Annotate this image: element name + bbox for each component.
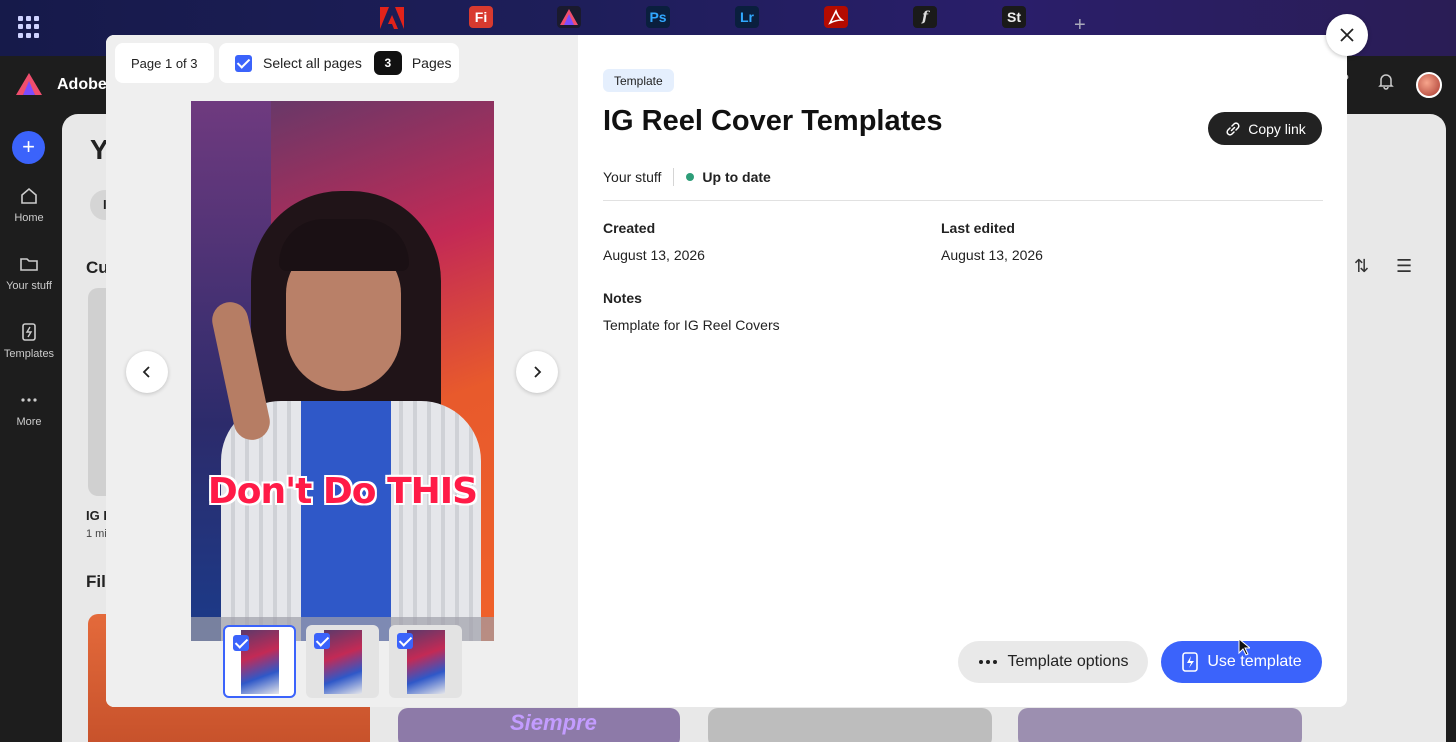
creative-cloud-logo-icon xyxy=(16,73,42,95)
notes-label: Notes xyxy=(603,290,642,306)
page-thumbnails xyxy=(223,625,462,698)
select-all-label: Select all pages xyxy=(263,55,362,71)
express-app-icon[interactable] xyxy=(557,6,581,28)
nav-more[interactable]: More xyxy=(0,390,58,428)
nav-templates[interactable]: Templates xyxy=(0,322,58,360)
file-card[interactable] xyxy=(1018,708,1302,742)
template-bolt-icon xyxy=(1182,652,1199,672)
last-edited-value: August 13, 2026 xyxy=(941,247,1043,263)
photoshop-app-icon[interactable]: Ps xyxy=(646,6,670,28)
more-icon xyxy=(21,398,37,402)
page-checkbox[interactable] xyxy=(233,635,249,651)
card-text: Siempre xyxy=(510,710,597,735)
card-title: IG I xyxy=(86,508,107,523)
page-checkbox[interactable] xyxy=(314,633,330,649)
cover-caption: Don't Do THIS xyxy=(207,471,478,512)
list-view-icon[interactable]: ☰ xyxy=(1396,256,1412,277)
template-title: IG Reel Cover Templates xyxy=(603,105,943,137)
copy-link-button[interactable]: Copy link xyxy=(1208,112,1322,145)
acrobat-app-icon[interactable] xyxy=(824,6,848,28)
file-card[interactable] xyxy=(708,708,992,742)
nav-your-stuff-label: Your stuff xyxy=(6,280,52,292)
sync-status: Up to date xyxy=(702,169,771,185)
close-icon xyxy=(1340,28,1354,42)
page-preview-image: Don't Do THIS xyxy=(191,101,494,641)
chevron-right-icon xyxy=(534,366,542,378)
preview-pane: Page 1 of 3 Select all pages 3 Pages Don… xyxy=(106,35,578,707)
brand-name: Adobe xyxy=(57,76,107,93)
page-thumbnail[interactable] xyxy=(389,625,462,698)
select-all-pages[interactable]: Select all pages 3 Pages xyxy=(219,43,459,83)
templates-icon xyxy=(22,323,36,341)
adobe-logo-icon[interactable] xyxy=(380,7,404,29)
avatar[interactable] xyxy=(1416,72,1442,98)
previous-page-button[interactable] xyxy=(126,351,168,393)
pages-label: Pages xyxy=(411,55,452,71)
page-indicator: Page 1 of 3 xyxy=(115,43,214,83)
add-app-icon[interactable]: + xyxy=(1074,14,1086,37)
stock-app-label: St xyxy=(1007,9,1021,25)
mouse-cursor-icon xyxy=(1238,638,1250,656)
chevron-left-icon xyxy=(142,366,150,378)
type-tag: Template xyxy=(603,69,674,92)
sort-icon[interactable]: ⇅ xyxy=(1354,256,1369,277)
nav-your-stuff[interactable]: Your stuff xyxy=(0,254,58,292)
home-icon xyxy=(21,187,37,204)
use-template-label: Use template xyxy=(1207,653,1302,670)
location-label: Your stuff xyxy=(603,169,662,185)
fresco-app-icon[interactable]: Fi xyxy=(469,6,493,28)
files-heading: Fil xyxy=(86,572,106,591)
page-checkbox[interactable] xyxy=(397,633,413,649)
page-thumbnail[interactable] xyxy=(306,625,379,698)
sync-status-dot xyxy=(686,173,695,181)
next-page-button[interactable] xyxy=(516,351,558,393)
file-card[interactable]: Siempre xyxy=(398,708,680,742)
fonts-app-label: f xyxy=(921,9,929,25)
create-new-button[interactable]: + xyxy=(12,131,45,164)
created-label: Created xyxy=(603,220,656,236)
header-icons: ? xyxy=(1340,72,1395,90)
divider xyxy=(603,200,1323,201)
created-value: August 13, 2026 xyxy=(603,247,705,263)
card-subtitle: 1 mi xyxy=(86,528,107,540)
template-options-label: Template options xyxy=(1007,653,1129,670)
folder-icon xyxy=(20,258,38,271)
lightroom-app-icon[interactable]: Lr xyxy=(735,6,759,28)
fonts-app-icon[interactable]: f xyxy=(913,6,937,28)
stock-app-icon[interactable]: St xyxy=(1002,6,1026,28)
more-horizontal-icon xyxy=(978,660,997,664)
nav-home[interactable]: Home xyxy=(0,186,58,224)
page-thumbnail[interactable] xyxy=(223,625,296,698)
nav-more-label: More xyxy=(16,416,42,428)
fresco-app-label: Fi xyxy=(474,9,488,25)
lightroom-app-label: Lr xyxy=(740,9,754,25)
copy-link-label: Copy link xyxy=(1248,120,1306,137)
photoshop-app-label: Ps xyxy=(649,9,667,25)
nav-templates-label: Templates xyxy=(3,348,55,360)
page-count-badge: 3 xyxy=(373,51,402,75)
details-pane: Template IG Reel Cover Templates Copy li… xyxy=(603,35,1323,707)
template-details-modal: Page 1 of 3 Select all pages 3 Pages Don… xyxy=(106,35,1347,707)
bell-icon[interactable] xyxy=(1377,72,1395,90)
nav-home-label: Home xyxy=(14,212,44,224)
template-options-button[interactable]: Template options xyxy=(958,641,1148,683)
template-meta: Your stuff Up to date xyxy=(603,168,771,186)
last-edited-label: Last edited xyxy=(941,220,1015,236)
link-icon xyxy=(1226,121,1240,136)
notes-value: Template for IG Reel Covers xyxy=(603,317,780,333)
app-grid-icon[interactable] xyxy=(18,16,40,38)
select-all-checkbox[interactable] xyxy=(235,54,252,72)
close-modal-button[interactable] xyxy=(1326,14,1368,56)
